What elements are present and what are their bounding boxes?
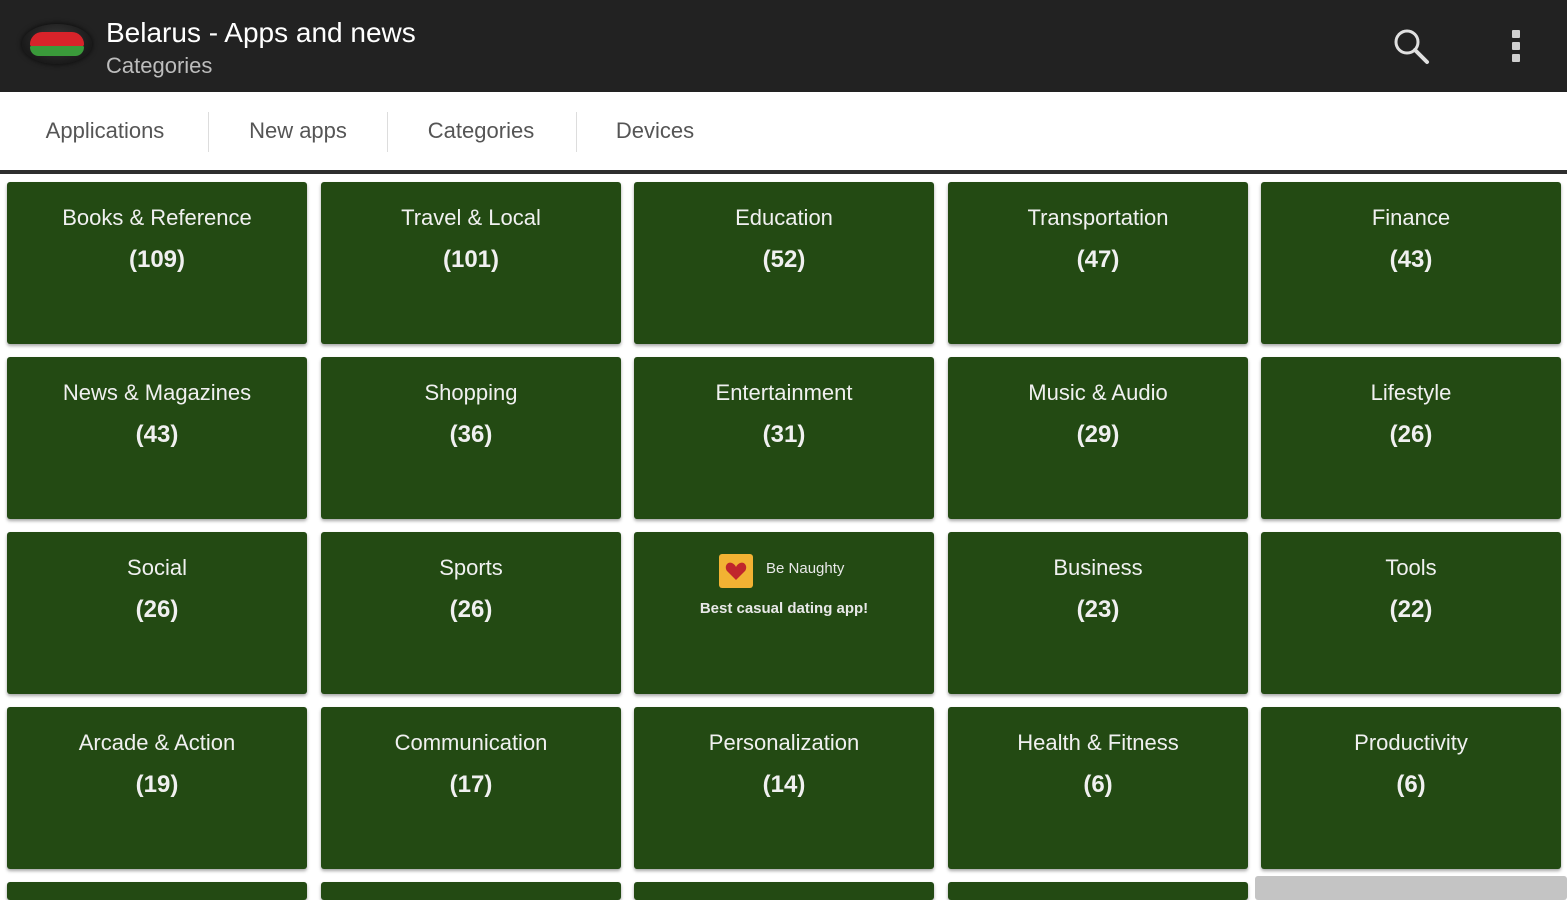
category-tile[interactable]: Books & Reference (109)	[7, 182, 307, 344]
category-name: Lifestyle	[1370, 380, 1452, 405]
tab-new-apps[interactable]: New apps	[210, 92, 386, 170]
category-tile[interactable]: Music & Audio (29)	[948, 357, 1248, 519]
category-name: Social	[127, 555, 187, 580]
category-count: (23)	[1076, 596, 1120, 623]
ad-app-icon	[719, 554, 753, 588]
category-tile[interactable]: Social (26)	[7, 532, 307, 694]
category-name: Transportation	[1027, 205, 1169, 230]
search-button[interactable]	[1385, 20, 1437, 72]
ad-tile[interactable]: Be Naughty Best casual dating app!	[634, 532, 934, 694]
category-name: Arcade & Action	[78, 730, 236, 755]
category-count: (29)	[1076, 421, 1120, 448]
category-tile[interactable]: Sports (26)	[321, 532, 621, 694]
category-tile[interactable]	[634, 882, 934, 900]
category-count: (43)	[1389, 246, 1433, 273]
category-tile[interactable]: Shopping (36)	[321, 357, 621, 519]
overflow-menu-button[interactable]	[1490, 20, 1542, 72]
heart-icon	[725, 562, 747, 580]
category-count: (6)	[1396, 771, 1426, 798]
action-bar: Belarus - Apps and news Categories	[0, 0, 1567, 92]
category-count: (17)	[449, 771, 493, 798]
category-count: (14)	[762, 771, 806, 798]
category-count: (109)	[128, 246, 186, 273]
category-name: Entertainment	[715, 380, 853, 405]
overflow-menu-icon	[1512, 30, 1520, 62]
category-tile[interactable]: Health & Fitness (6)	[948, 707, 1248, 869]
flag-green-stripe	[30, 46, 84, 56]
tab-categories[interactable]: Categories	[389, 92, 573, 170]
category-tile[interactable]: Arcade & Action (19)	[7, 707, 307, 869]
category-count: (52)	[762, 246, 806, 273]
category-tile[interactable]: Productivity (6)	[1261, 707, 1561, 869]
category-name: Books & Reference	[62, 205, 252, 230]
category-count: (101)	[442, 246, 500, 273]
category-tile[interactable]: Business (23)	[948, 532, 1248, 694]
category-tile[interactable]: Lifestyle (26)	[1261, 357, 1561, 519]
category-name: Business	[1053, 555, 1143, 580]
tab-divider	[387, 112, 388, 152]
category-name: Tools	[1385, 555, 1437, 580]
tab-devices[interactable]: Devices	[578, 92, 732, 170]
app-subtitle: Categories	[106, 53, 213, 78]
category-count: (6)	[1083, 771, 1113, 798]
category-count: (19)	[135, 771, 179, 798]
category-tile[interactable]	[948, 882, 1248, 900]
category-count: (26)	[1389, 421, 1433, 448]
ad-app-name: Be Naughty	[766, 560, 845, 577]
category-name: Shopping	[424, 380, 518, 405]
category-count: (26)	[135, 596, 179, 623]
category-tile[interactable]	[7, 882, 307, 900]
category-name: News & Magazines	[62, 380, 252, 405]
category-tile-pressed[interactable]	[1255, 876, 1567, 900]
app-title: Belarus - Apps and news	[106, 17, 416, 48]
ad-tagline: Best casual dating app!	[699, 600, 869, 617]
category-count: (43)	[135, 421, 179, 448]
category-tile[interactable]: Finance (43)	[1261, 182, 1561, 344]
category-count: (31)	[762, 421, 806, 448]
category-tile[interactable]: News & Magazines (43)	[7, 357, 307, 519]
category-name: Productivity	[1354, 730, 1468, 755]
category-name: Education	[735, 205, 833, 230]
category-name: Travel & Local	[401, 205, 541, 230]
tab-bar: Applications New apps Categories Devices	[0, 92, 1567, 174]
category-tile[interactable]: Communication (17)	[321, 707, 621, 869]
category-name: Sports	[439, 555, 503, 580]
tab-applications[interactable]: Applications	[10, 92, 200, 170]
category-tile[interactable]: Education (52)	[634, 182, 934, 344]
flag-red-stripe	[30, 32, 84, 46]
category-name: Communication	[394, 730, 548, 755]
category-tile[interactable]: Personalization (14)	[634, 707, 934, 869]
category-count: (47)	[1076, 246, 1120, 273]
search-icon	[1394, 29, 1429, 64]
category-tile[interactable]: Entertainment (31)	[634, 357, 934, 519]
belarus-flag-icon[interactable]	[22, 24, 92, 64]
category-name: Health & Fitness	[1017, 730, 1179, 755]
category-grid: Books & Reference (109) Travel & Local (…	[7, 182, 1567, 900]
category-count: (26)	[449, 596, 493, 623]
category-name: Personalization	[708, 730, 860, 755]
category-count: (22)	[1389, 596, 1433, 623]
category-name: Music & Audio	[1028, 380, 1168, 405]
category-tile[interactable]: Tools (22)	[1261, 532, 1561, 694]
tab-divider	[208, 112, 209, 152]
category-tile[interactable]	[321, 882, 621, 900]
category-name: Finance	[1371, 205, 1451, 230]
category-tile[interactable]: Transportation (47)	[948, 182, 1248, 344]
tab-divider	[576, 112, 577, 152]
category-tile[interactable]: Travel & Local (101)	[321, 182, 621, 344]
category-count: (36)	[449, 421, 493, 448]
